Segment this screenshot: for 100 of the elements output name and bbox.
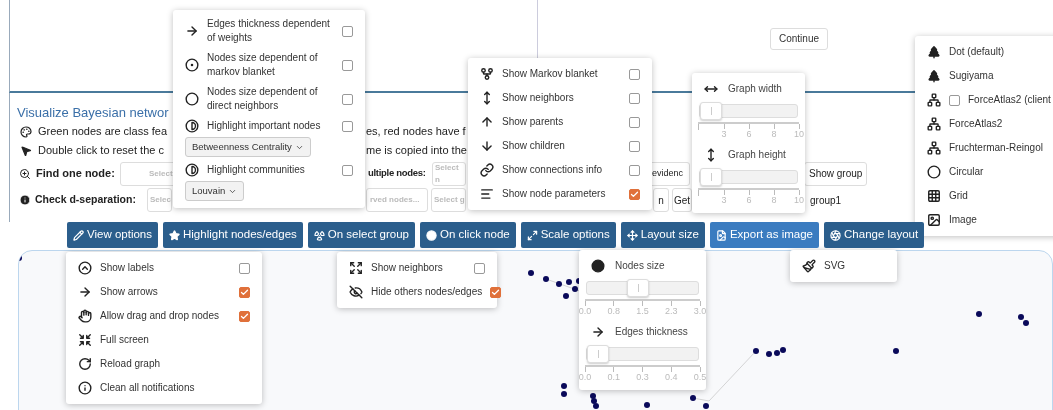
- menu-item[interactable]: Dot (default): [915, 40, 1053, 64]
- tick-label: 0.8: [607, 306, 620, 316]
- menu-item[interactable]: SVG: [790, 254, 897, 278]
- expand-icon: [349, 261, 363, 275]
- checkbox[interactable]: [629, 116, 640, 128]
- menu-item[interactable]: Fruchterman-Reingol: [915, 136, 1053, 160]
- tick-label: 3: [721, 195, 727, 205]
- toolbar-button[interactable]: Highlight nodes/edges: [163, 222, 303, 248]
- checkbox[interactable]: [239, 286, 250, 298]
- toolbar-button[interactable]: On click node: [420, 222, 516, 248]
- lines-icon: [480, 187, 494, 201]
- menu-item[interactable]: Sugiyama: [915, 64, 1053, 88]
- tick-label: 10: [794, 129, 804, 139]
- toolbar-button[interactable]: View options: [67, 222, 158, 248]
- checkbox[interactable]: [342, 25, 353, 37]
- tree-icon: [927, 69, 941, 83]
- field-label: Find one node:: [36, 166, 115, 182]
- menu-item[interactable]: Circular: [915, 160, 1053, 184]
- toolbar-button[interactable]: Change layout: [824, 222, 925, 248]
- menu-item[interactable]: Clean all notifications: [66, 376, 262, 400]
- tick-label: 10: [794, 195, 804, 205]
- menu-item[interactable]: Edges thickness dependent of weights: [185, 17, 353, 45]
- checkbox[interactable]: [629, 164, 640, 176]
- slider-thumb[interactable]: [700, 168, 722, 186]
- arrow-up-icon: [480, 115, 494, 129]
- arrow-icon: [78, 285, 92, 299]
- checkbox[interactable]: [949, 94, 960, 106]
- checkbox[interactable]: [342, 120, 353, 132]
- slider-label: Nodes size: [615, 259, 665, 273]
- menu-item[interactable]: Grid: [915, 184, 1053, 208]
- checkbox[interactable]: [342, 164, 353, 176]
- continue-button[interactable]: Continue: [770, 27, 829, 50]
- slider-track[interactable]: [586, 347, 699, 361]
- slider-thumb[interactable]: [627, 279, 650, 297]
- toolbar-button[interactable]: On select group: [307, 222, 415, 248]
- resize-icon: [526, 229, 538, 241]
- toolbar-button[interactable]: Scale options: [520, 222, 616, 248]
- action-button[interactable]: n: [653, 188, 669, 212]
- show-group-button[interactable]: Show group: [804, 161, 868, 186]
- reload-icon: [78, 357, 92, 371]
- checkbox[interactable]: [629, 92, 640, 104]
- menu-item[interactable]: Allow drag and drop nodes: [66, 304, 262, 328]
- slider-thumb[interactable]: [700, 102, 722, 120]
- toolbar-button[interactable]: Layout size: [620, 222, 705, 248]
- move-icon: [626, 229, 638, 241]
- tick-label: 0.5: [693, 372, 707, 382]
- contrast-icon: [185, 119, 199, 133]
- menu-item[interactable]: Show arrows: [66, 280, 262, 304]
- checkbox[interactable]: [342, 59, 353, 71]
- menu-item[interactable]: Show children: [468, 134, 652, 158]
- menu-item[interactable]: Show neighbors: [337, 256, 497, 280]
- menu-item[interactable]: Nodes size dependent of direct neighbors: [185, 85, 353, 113]
- legend-text: me is copied into the: [366, 143, 467, 159]
- tree-icon: [927, 45, 941, 59]
- menu-item[interactable]: ForceAtlas2 (client: [915, 88, 1053, 112]
- checkbox[interactable]: [629, 188, 640, 200]
- get-button[interactable]: Get: [672, 188, 692, 212]
- circle-icon: [185, 92, 199, 106]
- menu-item[interactable]: Nodes size dependent of markov blanket: [185, 51, 353, 79]
- palette-icon: [20, 125, 32, 138]
- slider-thumb[interactable]: [587, 345, 609, 363]
- tick-label: 3: [721, 129, 727, 139]
- menu-item[interactable]: Reload graph: [66, 352, 262, 376]
- menu-item[interactable]: Show neighbors: [468, 86, 652, 110]
- checkbox[interactable]: [629, 140, 640, 152]
- checkbox[interactable]: [490, 286, 502, 298]
- select-dropdown[interactable]: Betweenness Centrality: [185, 137, 311, 157]
- toolbar-button[interactable]: Export as image: [709, 222, 820, 248]
- radiation-icon: [313, 229, 325, 241]
- tick-label: 3.0: [693, 306, 707, 316]
- checkbox[interactable]: [474, 262, 485, 274]
- slider-track[interactable]: [586, 281, 699, 295]
- shrink-icon: [78, 333, 92, 347]
- group-label: group1: [810, 193, 842, 208]
- menu-item[interactable]: ForceAtlas2: [915, 112, 1053, 136]
- legend-text: es, red nodes have f: [366, 124, 466, 140]
- menu-item[interactable]: Full screen: [66, 328, 262, 352]
- image-file-icon: [715, 229, 727, 241]
- menu-item[interactable]: Show parents: [468, 110, 652, 134]
- fork-icon: [480, 67, 494, 81]
- menu-item[interactable]: Show labels: [66, 256, 262, 280]
- tick-label: 0.3: [636, 372, 649, 382]
- slider-track[interactable]: [699, 104, 798, 118]
- checkbox[interactable]: [239, 262, 250, 274]
- star-icon: [169, 229, 180, 241]
- menu-item[interactable]: Highlight communities: [185, 163, 353, 177]
- network-icon: [927, 141, 941, 155]
- eye-off-icon: [349, 285, 363, 299]
- checkbox[interactable]: [239, 310, 250, 322]
- checkbox[interactable]: [629, 68, 640, 80]
- select-dropdown[interactable]: Louvain: [185, 181, 245, 201]
- link-icon: [480, 163, 494, 177]
- field-label: ultiple nodes:: [368, 166, 427, 181]
- tick-label: 0.0: [578, 372, 592, 382]
- menu-item[interactable]: Highlight important nodes: [185, 119, 353, 133]
- slider-track[interactable]: [699, 170, 798, 184]
- checkbox[interactable]: [342, 93, 353, 105]
- menu-item[interactable]: Hide others nodes/edges: [337, 280, 497, 304]
- menu-item[interactable]: Show Markov blanket: [468, 62, 652, 86]
- dot-icon: [426, 229, 437, 241]
